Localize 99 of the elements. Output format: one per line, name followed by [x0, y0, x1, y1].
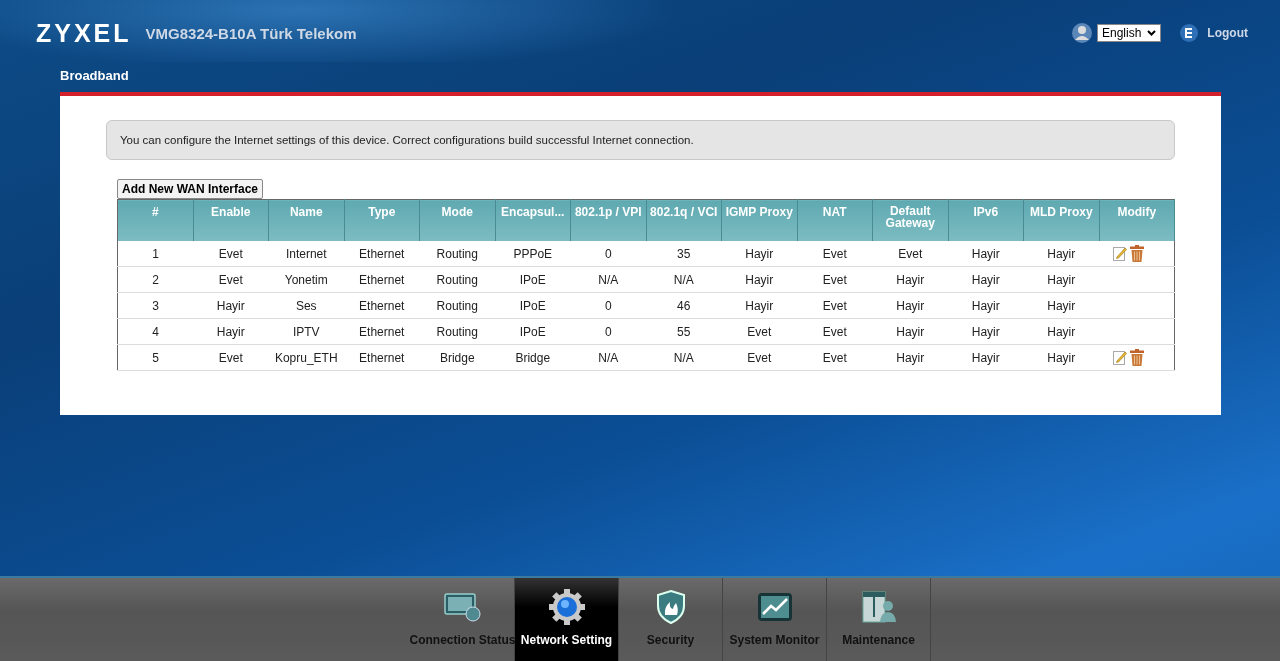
table-cell: Hayir [872, 292, 948, 319]
table-cell: IPoE [495, 318, 571, 345]
table-cell: Routing [419, 318, 495, 345]
table-cell: Ethernet [344, 241, 420, 267]
user-icon [1071, 22, 1093, 44]
server-person-icon [860, 590, 897, 624]
table-cell: 0 [570, 292, 646, 319]
table-cell: Routing [419, 292, 495, 319]
logout-link[interactable]: Logout [1179, 23, 1248, 43]
table-cell: IPoE [495, 292, 571, 319]
table-cell: Kopru_ETH [268, 344, 344, 371]
table-cell: Hayir [1023, 241, 1099, 267]
table-cell: 35 [646, 241, 722, 267]
table-cell: Evet [872, 241, 948, 267]
table-cell: Hayir [1023, 344, 1099, 371]
gear-icon [547, 588, 586, 626]
table-cell: Ethernet [344, 318, 420, 345]
column-header: Default Gateway [872, 199, 948, 241]
table-cell: Routing [419, 241, 495, 267]
table-cell: Evet [797, 292, 873, 319]
page-title: Broadband [59, 67, 130, 85]
table-cell: Hayir [721, 266, 797, 293]
table-cell: Ethernet [344, 292, 420, 319]
table-cell: Hayir [948, 241, 1024, 267]
shield-icon [655, 590, 686, 624]
table-cell: Evet [797, 241, 873, 267]
table-cell: Hayir [948, 266, 1024, 293]
table-cell: 4 [117, 318, 193, 345]
column-header: Encapsul... [495, 199, 571, 241]
table-cell: Bridge [495, 344, 571, 371]
table-cell: Hayir [872, 344, 948, 371]
column-header: IPv6 [948, 199, 1024, 241]
table-cell: Hayir [721, 292, 797, 319]
table-cell: Hayir [948, 318, 1024, 345]
column-header: 802.1p / VPI [570, 199, 646, 241]
language-select[interactable]: English [1097, 24, 1162, 42]
brand-logo: ZYXEL [36, 18, 132, 48]
table-cell: N/A [646, 266, 722, 293]
table-cell: Evet [193, 266, 269, 293]
chart-screen-icon [756, 592, 793, 622]
table-cell: Ethernet [344, 266, 420, 293]
column-header: # [117, 199, 193, 241]
table-cell: Evet [797, 344, 873, 371]
info-message: You can configure the Internet settings of this device. Correct configurations build successful Internet connection. [106, 120, 1175, 160]
table-cell: N/A [570, 266, 646, 293]
table-cell: Ethernet [344, 344, 420, 371]
edit-icon[interactable] [1113, 350, 1127, 365]
column-header: IGMP Proxy [721, 199, 797, 241]
column-header: MLD Proxy [1023, 199, 1099, 241]
column-header: Enable [193, 199, 269, 241]
table-cell: Evet [721, 344, 797, 371]
table-cell: Hayir [193, 292, 269, 319]
table-cell: PPPoE [495, 241, 571, 267]
table-cell: Hayir [193, 318, 269, 345]
table-cell: Hayir [948, 344, 1024, 371]
table-cell: 0 [570, 318, 646, 345]
table-cell: Evet [193, 344, 269, 371]
table-cell: Evet [797, 318, 873, 345]
add-wan-button[interactable]: Add New WAN Interface [117, 179, 264, 199]
table-cell: 5 [117, 344, 193, 371]
table-cell: Hayir [872, 318, 948, 345]
column-header: Mode [419, 199, 495, 241]
device-model: VMG8324-B10A Türk Telekom [145, 24, 357, 42]
column-header: Name [268, 199, 344, 241]
table-cell: Hayir [948, 292, 1024, 319]
table-cell: Hayir [721, 241, 797, 267]
monitor-globe-icon [443, 592, 482, 622]
table-cell: Internet [268, 241, 344, 267]
trash-icon[interactable] [1130, 349, 1144, 366]
nav-tab[interactable]: Network Setting [515, 578, 619, 661]
table-cell: 1 [117, 241, 193, 267]
table-cell: Routing [419, 266, 495, 293]
table-cell: Hayir [1023, 318, 1099, 345]
logout-icon [1179, 23, 1200, 43]
table-cell: Hayir [872, 266, 948, 293]
table-cell: Hayir [1023, 266, 1099, 293]
table-cell: 55 [646, 318, 722, 345]
table-cell: N/A [570, 344, 646, 371]
column-header: Type [344, 199, 420, 241]
table-cell: Hayir [1023, 292, 1099, 319]
table-cell: Evet [797, 266, 873, 293]
table-cell: Evet [193, 241, 269, 267]
edit-icon[interactable] [1113, 246, 1127, 261]
table-cell: 46 [646, 292, 722, 319]
column-header: Modify [1099, 199, 1175, 241]
table-cell: Evet [721, 318, 797, 345]
table-cell: IPoE [495, 266, 571, 293]
table-cell: 3 [117, 292, 193, 319]
column-header: NAT [797, 199, 873, 241]
table-cell: Bridge [419, 344, 495, 371]
chevron-down-icon [1147, 30, 1157, 36]
table-cell: N/A [646, 344, 722, 371]
table-cell: 2 [117, 266, 193, 293]
table-cell: IPTV [268, 318, 344, 345]
column-header: 802.1q / VCI [646, 199, 722, 241]
table-cell: Ses [268, 292, 344, 319]
trash-icon[interactable] [1130, 245, 1144, 262]
table-cell: 0 [570, 241, 646, 267]
table-cell: Yonetim [268, 266, 344, 293]
